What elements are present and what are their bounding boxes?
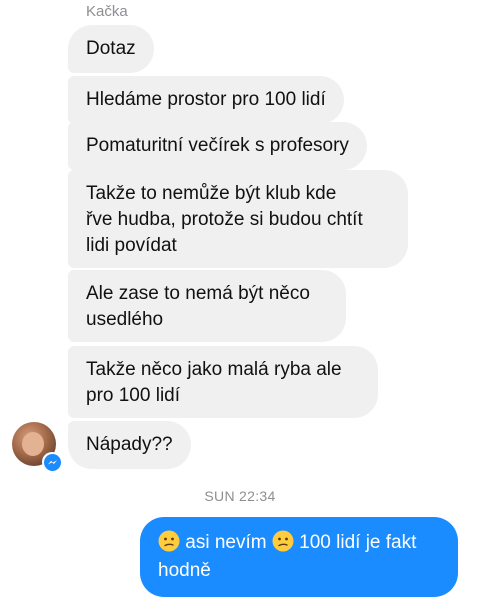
outgoing-text-part: asi nevím — [185, 532, 267, 553]
incoming-message[interactable]: Hledáme prostor pro 100 lidí — [68, 76, 344, 124]
avatar[interactable] — [12, 422, 62, 472]
messenger-icon — [42, 452, 62, 472]
incoming-message[interactable]: Takže něco jako malá ryba ale pro 100 li… — [68, 346, 378, 418]
incoming-message[interactable]: Nápady?? — [68, 421, 191, 469]
avatar-face — [22, 432, 44, 456]
incoming-message[interactable]: Ale zase to nemá být něco usedlého — [68, 270, 346, 342]
sender-name: Kačka — [86, 3, 128, 20]
outgoing-text-part: 100 lidí je fakt — [299, 532, 417, 553]
incoming-message[interactable]: Dotaz — [68, 25, 154, 73]
outgoing-message[interactable]: asi nevím 100 lidí je fakt hodně — [140, 517, 458, 597]
confused-face-icon — [272, 530, 294, 552]
message-timestamp: SUN 22:34 — [204, 488, 276, 504]
incoming-message[interactable]: Pomaturitní večírek s profesory — [68, 122, 367, 170]
outgoing-text-part: hodně — [158, 560, 211, 581]
incoming-message[interactable]: Takže to nemůže být klub kde řve hudba, … — [68, 170, 408, 268]
confused-face-icon — [158, 530, 180, 552]
